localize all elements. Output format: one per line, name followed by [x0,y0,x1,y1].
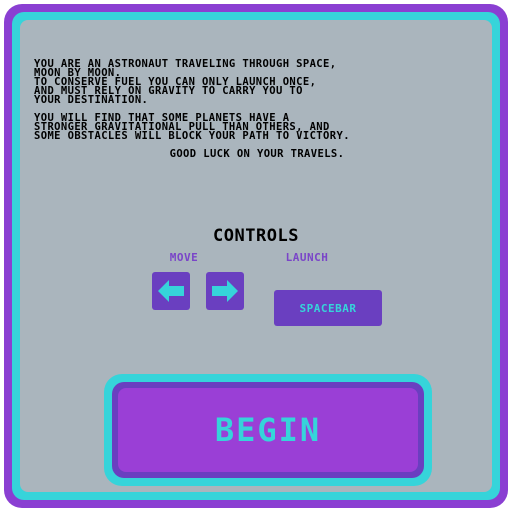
story-paragraph-1: YOU ARE AN ASTRONAUT TRAVELING THROUGH S… [34,58,337,106]
story-paragraph-2: YOU WILL FIND THAT SOME PLANETS HAVE A S… [34,112,350,142]
launch-label: LAUNCH [285,251,329,264]
frame-border: YOU ARE AN ASTRONAUT TRAVELING THROUGH S… [12,12,500,500]
spacebar-key: SPACEBAR [274,290,382,326]
arrow-left-icon [158,280,184,302]
left-arrow-key [152,272,190,310]
intro-panel: YOU ARE AN ASTRONAUT TRAVELING THROUGH S… [20,20,492,492]
controls-title: CONTROLS [213,226,299,246]
good-luck-text: GOOD LUCK ON YOUR TRAVELS. [169,148,345,160]
outer-frame: YOU ARE AN ASTRONAUT TRAVELING THROUGH S… [4,4,508,508]
move-label: MOVE [169,251,199,264]
begin-button[interactable]: BEGIN [118,388,418,472]
arrow-right-icon [212,280,238,302]
story-text: YOU ARE AN ASTRONAUT TRAVELING THROUGH S… [34,58,480,168]
right-arrow-key [206,272,244,310]
